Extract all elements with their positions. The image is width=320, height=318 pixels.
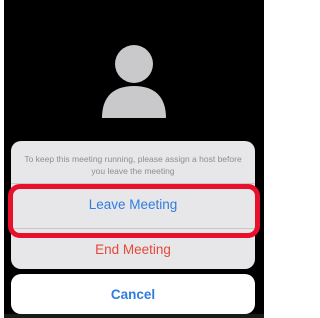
screen: To keep this meeting running, please ass… [0,0,268,318]
person-avatar-icon [102,45,166,118]
host-assignment-message: To keep this meeting running, please ass… [24,154,242,176]
end-meeting-button[interactable]: End Meeting [11,229,255,269]
cancel-button[interactable]: Cancel [11,274,255,314]
leave-meeting-button[interactable]: Leave Meeting [11,184,255,224]
leave-meeting-action-sheet: To keep this meeting running, please ass… [11,141,255,269]
bottom-toolbar-strip [4,314,264,318]
